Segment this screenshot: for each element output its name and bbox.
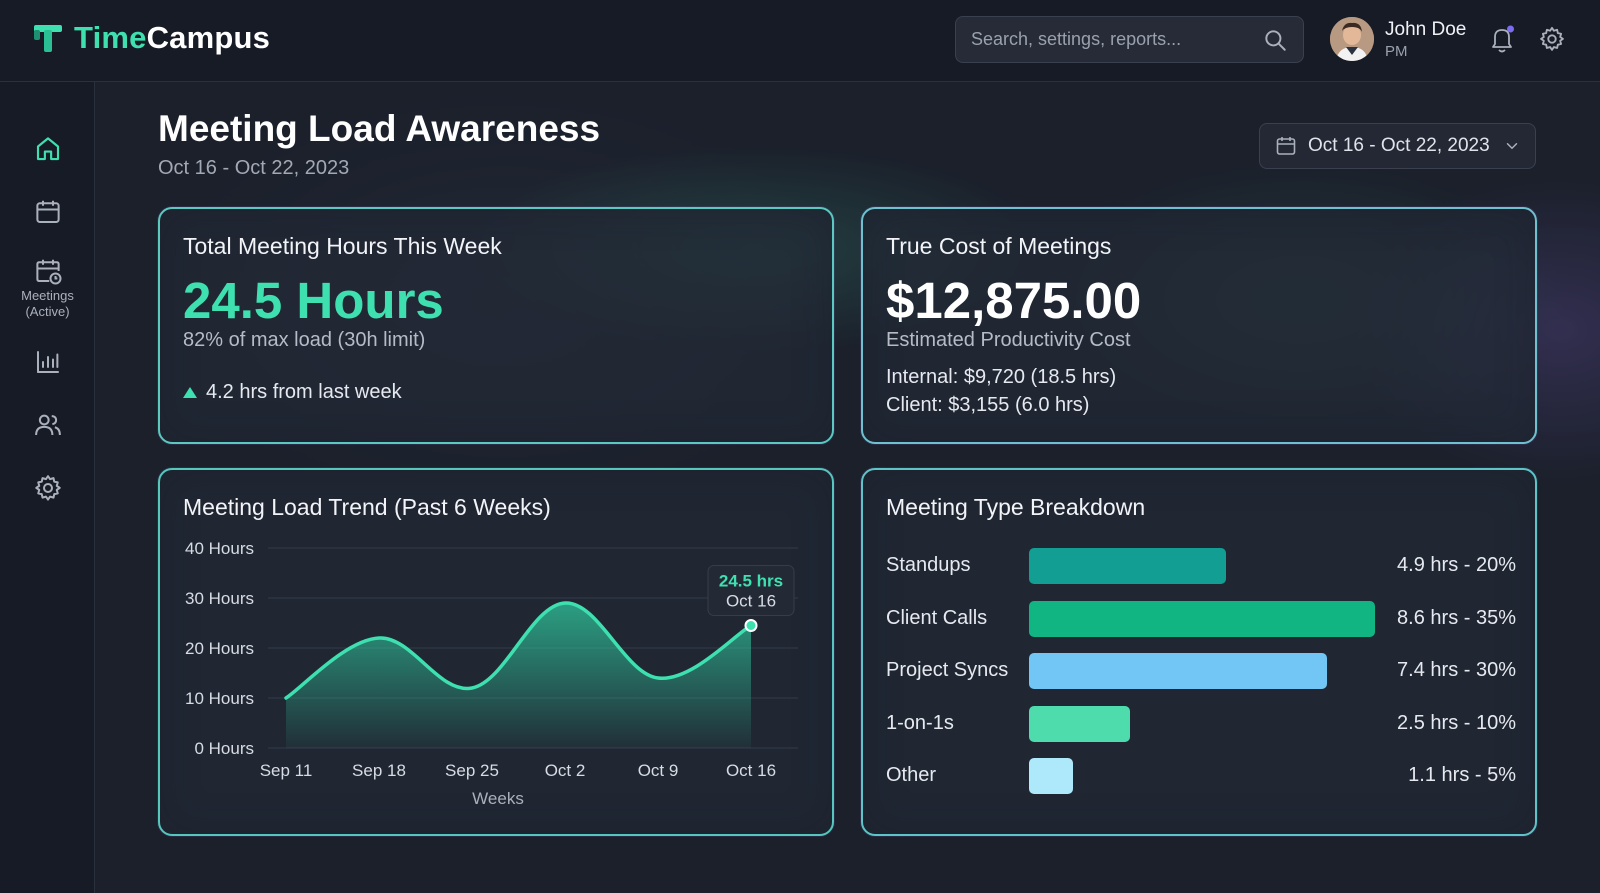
sidebar-item-reports[interactable] bbox=[0, 347, 95, 377]
x-tick-label: Oct 2 bbox=[545, 761, 586, 780]
logo-text-part1: Time bbox=[74, 20, 147, 55]
breakdown-bar bbox=[1029, 548, 1227, 584]
page-subtitle: Oct 16 - Oct 22, 2023 bbox=[158, 157, 350, 179]
breakdown-row[interactable]: Other 1.1 hrs - 5% bbox=[863, 758, 1539, 794]
home-icon bbox=[36, 137, 59, 161]
calendar-icon bbox=[35, 200, 60, 223]
sidebar-item-home[interactable] bbox=[0, 134, 95, 164]
breakdown-bar bbox=[1029, 653, 1327, 689]
y-tick-label: 30 Hours bbox=[185, 589, 254, 608]
trend-chart-card: Meeting Load Trend (Past 6 Weeks) 0 Hour… bbox=[158, 468, 834, 836]
date-range-picker[interactable]: Oct 16 - Oct 22, 2023 bbox=[1259, 123, 1536, 169]
breakdown-row[interactable]: Project Syncs 7.4 hrs - 30% bbox=[863, 653, 1539, 689]
gear-icon bbox=[34, 475, 61, 501]
page-title: Meeting Load Awareness bbox=[158, 108, 601, 149]
breakdown-label: Client Calls bbox=[886, 606, 988, 629]
chevron-down-icon bbox=[1506, 143, 1518, 150]
x-tick-label: Sep 11 bbox=[260, 761, 313, 780]
x-tick-label: Sep 18 bbox=[352, 761, 406, 780]
user-profile[interactable]: John Doe PM bbox=[1330, 17, 1466, 61]
meeting-cost-subtitle: Estimated Productivity Cost bbox=[886, 329, 1131, 351]
weekly-change: 4.2 hrs from last week bbox=[183, 381, 402, 404]
y-tick-label: 20 Hours bbox=[185, 639, 254, 658]
breakdown-row[interactable]: Client Calls 8.6 hrs - 35% bbox=[863, 600, 1539, 637]
trend-chart: 0 Hours10 Hours20 Hours30 Hours40 Hours … bbox=[185, 539, 798, 808]
logo[interactable]: TimeCampus bbox=[32, 20, 270, 56]
breakdown-label: Standups bbox=[886, 554, 971, 576]
user-info: John Doe PM bbox=[1385, 19, 1466, 60]
meeting-cost-title: True Cost of Meetings bbox=[886, 233, 1112, 259]
sidebar-item-settings[interactable] bbox=[0, 473, 95, 503]
y-tick-label: 0 Hours bbox=[194, 739, 254, 758]
total-hours-value: 24.5 Hours bbox=[183, 272, 444, 329]
total-hours-card: Total Meeting Hours This Week 24.5 Hours… bbox=[158, 207, 834, 444]
meeting-cost-value: $12,875.00 bbox=[886, 272, 1142, 329]
breakdown-bar-track bbox=[1029, 600, 1375, 637]
calendar-clock-icon bbox=[35, 259, 61, 285]
breakdown-row[interactable]: Standups 4.9 hrs - 20% bbox=[863, 548, 1539, 584]
sidebar-item-meetings-label: Meetings (Active) bbox=[21, 288, 74, 319]
meeting-type-card: Meeting Type Breakdown Standups 4.9 hrs -… bbox=[861, 468, 1537, 836]
x-tick-label: Oct 9 bbox=[638, 761, 679, 780]
breakdown-value: 1.1 hrs - 5% bbox=[1408, 764, 1516, 786]
breakdown-value: 8.6 hrs - 35% bbox=[1397, 606, 1516, 629]
x-tick-label: Oct 16 bbox=[726, 761, 776, 780]
client-cost: Client: $3,155 (6.0 hrs) bbox=[886, 394, 1090, 416]
tooltip-label: Oct 16 bbox=[726, 592, 776, 611]
settings-gear-icon[interactable] bbox=[1538, 25, 1566, 53]
tooltip-value: 24.5 hrs bbox=[719, 572, 783, 591]
breakdown-value: 7.4 hrs - 30% bbox=[1397, 659, 1516, 681]
bell-icon[interactable] bbox=[1488, 24, 1516, 54]
breakdown-value: 2.5 hrs - 10% bbox=[1397, 711, 1516, 734]
users-icon bbox=[34, 414, 61, 436]
weekly-change-text: 4.2 hrs from last week bbox=[206, 381, 402, 403]
calendar-icon bbox=[1276, 137, 1296, 155]
breakdown-label: Project Syncs bbox=[886, 659, 1009, 681]
search-input[interactable] bbox=[971, 29, 1262, 50]
user-name: John Doe bbox=[1385, 18, 1467, 40]
total-hours-title: Total Meeting Hours This Week bbox=[183, 233, 502, 259]
sidebar-item-team[interactable] bbox=[0, 410, 95, 440]
sidebar-item-calendar[interactable] bbox=[0, 197, 95, 227]
avatar[interactable] bbox=[1330, 17, 1374, 61]
top-bar: TimeCampus John Doe PM bbox=[0, 0, 1600, 82]
search-box[interactable] bbox=[955, 16, 1304, 63]
breakdown-bar-track bbox=[1029, 758, 1375, 794]
load-percentage: 82% of max load (30h limit) bbox=[183, 329, 426, 351]
y-tick-label: 40 Hours bbox=[185, 539, 254, 558]
meeting-type-title: Meeting Type Breakdown bbox=[886, 494, 1146, 520]
sidebar: Meetings (Active) bbox=[0, 82, 95, 893]
search-icon[interactable] bbox=[1262, 27, 1288, 53]
chart-tooltip: 24.5 hrs Oct 16 bbox=[707, 565, 795, 616]
x-axis-title: Weeks bbox=[472, 789, 524, 808]
breakdown-bar-track bbox=[1029, 705, 1375, 742]
logo-text-part2: Campus bbox=[146, 20, 271, 55]
meeting-cost-card: True Cost of Meetings $12,875.00 Estimat… bbox=[861, 207, 1537, 444]
user-role: PM bbox=[1385, 42, 1408, 60]
logo-mark-icon bbox=[34, 25, 62, 52]
breakdown-bar bbox=[1029, 600, 1375, 637]
breakdown-label: 1-on-1s bbox=[886, 711, 954, 734]
logo-text: TimeCampus bbox=[74, 20, 270, 56]
sidebar-item-meetings[interactable]: Meetings (Active) bbox=[0, 256, 95, 320]
breakdown-label: Other bbox=[886, 764, 937, 786]
arrow-up-icon bbox=[183, 387, 197, 398]
breakdown-value: 4.9 hrs - 20% bbox=[1397, 554, 1516, 576]
breakdown-bar-track bbox=[1029, 548, 1375, 584]
app-root: TimeCampus John Doe PM bbox=[0, 0, 1600, 893]
y-tick-label: 10 Hours bbox=[185, 689, 254, 708]
bar-chart-icon bbox=[36, 351, 59, 373]
breakdown-bar bbox=[1029, 705, 1130, 742]
breakdown-bar bbox=[1029, 758, 1074, 794]
breakdown-bar-track bbox=[1029, 653, 1375, 689]
trend-data-point-current[interactable] bbox=[744, 619, 758, 632]
date-range-label: Oct 16 - Oct 22, 2023 bbox=[1308, 135, 1490, 156]
internal-cost: Internal: $9,720 (18.5 hrs) bbox=[886, 366, 1117, 388]
x-tick-label: Sep 25 bbox=[445, 761, 499, 780]
breakdown-row[interactable]: 1-on-1s 2.5 hrs - 10% bbox=[863, 705, 1539, 742]
